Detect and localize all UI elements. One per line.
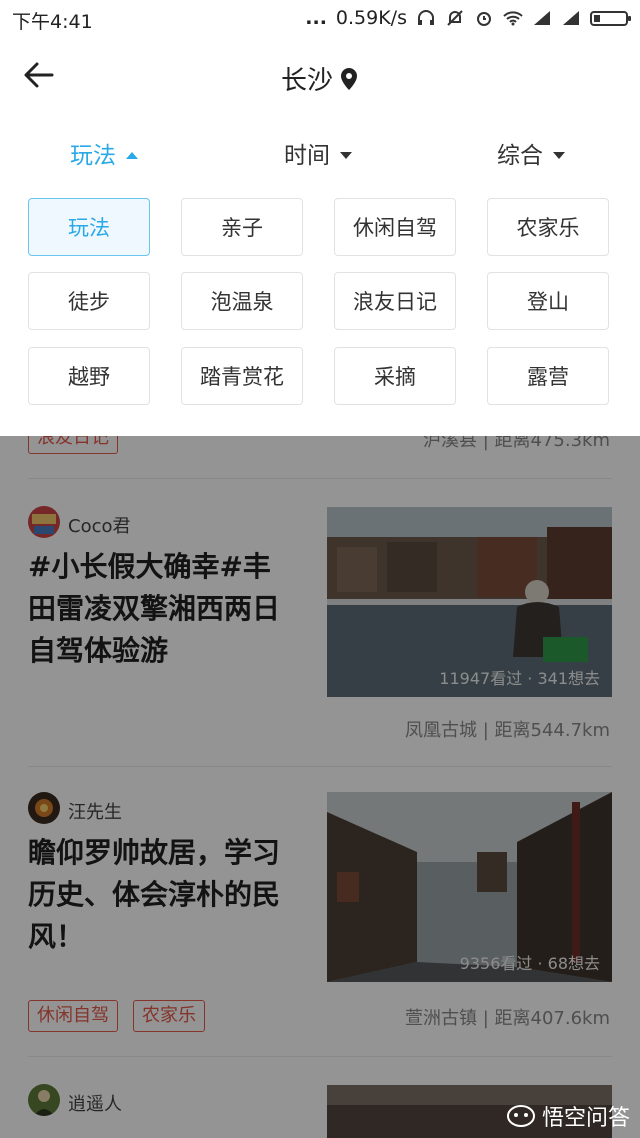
tag-option[interactable]: 露营 (487, 347, 609, 405)
alarm-icon (477, 12, 491, 26)
signal-icon-2 (563, 11, 579, 25)
filter-tab-sort[interactable]: 综合 (497, 136, 565, 170)
view-stats: 11947看过 · 341想去 (439, 669, 600, 688)
caret-up-icon (126, 152, 138, 159)
status-bar: 下午4:41 ... 0.59K/s (0, 0, 640, 38)
filter-tabs: 玩法 时间 综合 (0, 114, 640, 186)
map-pin-icon (341, 68, 357, 90)
battery-icon (590, 10, 631, 26)
tag-option[interactable]: 浪友日记 (334, 272, 456, 330)
distance-text: 泸溪县 | 距离475.3km (423, 436, 610, 451)
avatar[interactable] (28, 506, 60, 538)
author-name[interactable]: 汪先生 (68, 798, 122, 824)
filter-tab-label: 玩法 (70, 143, 116, 169)
tag-option[interactable]: 休闲自驾 (334, 198, 456, 256)
tag-option[interactable]: 亲子 (181, 198, 303, 256)
signal-icon (534, 11, 550, 25)
card-title[interactable] (28, 1126, 296, 1138)
filter-tab-play[interactable]: 玩法 (70, 136, 138, 170)
view-stats: 9356看过 · 68想去 (459, 954, 600, 973)
distance-text: 萱洲古镇 | 距离407.6km (405, 1008, 610, 1029)
nav-bar: 长沙 (0, 38, 640, 114)
page-title[interactable]: 长沙 (0, 60, 640, 97)
topic-chip[interactable]: 休闲自驾 (28, 1000, 118, 1032)
card-thumbnail[interactable]: 11947看过 · 341想去 (327, 507, 612, 697)
filter-tab-label: 时间 (284, 143, 330, 169)
wifi-icon (503, 11, 523, 26)
avatar[interactable] (28, 792, 60, 824)
topic-chip[interactable]: 浪友日记 (28, 436, 118, 454)
watermark: 悟空问答 (506, 1100, 630, 1132)
card-title[interactable]: #小长假大确幸#丰田雷凌双擎湘西两日自驾体验游 (28, 546, 296, 672)
tag-option[interactable]: 徒步 (28, 272, 150, 330)
avatar[interactable] (28, 1084, 60, 1116)
filter-tab-time[interactable]: 时间 (284, 136, 352, 170)
tag-option[interactable]: 农家乐 (487, 198, 609, 256)
tag-option[interactable]: 踏青赏花 (181, 347, 303, 405)
card-thumbnail[interactable]: 9356看过 · 68想去 (327, 792, 612, 982)
watermark-text: 悟空问答 (541, 1106, 630, 1131)
divider (28, 478, 612, 479)
mute-bell-icon (447, 10, 463, 26)
tag-panel: 玩法 亲子 休闲自驾 农家乐 徒步 泡温泉 浪友日记 登山 越野 踏青赏花 采摘… (0, 186, 640, 436)
status-dots: ... (305, 7, 327, 29)
headphones-icon (418, 10, 434, 25)
network-speed: 0.59K/s (335, 7, 407, 29)
status-time: 下午4:41 (12, 11, 93, 33)
wukong-logo-icon (506, 1105, 535, 1127)
filter-tab-label: 综合 (497, 143, 543, 169)
caret-down-icon (340, 152, 352, 159)
distance-text: 凤凰古城 | 距离544.7km (405, 720, 610, 741)
divider (28, 1056, 612, 1057)
topic-chip[interactable]: 农家乐 (133, 1000, 205, 1032)
city-name: 长沙 (280, 66, 333, 96)
card-title[interactable]: 瞻仰罗帅故居，学习历史、体会淳朴的民风！ (28, 832, 296, 958)
caret-down-icon (553, 152, 565, 159)
tag-option[interactable]: 越野 (28, 347, 150, 405)
author-name[interactable]: Coco君 (68, 512, 131, 538)
tag-option[interactable]: 采摘 (334, 347, 456, 405)
tag-option[interactable]: 登山 (487, 272, 609, 330)
tag-option[interactable]: 泡温泉 (181, 272, 303, 330)
tag-option[interactable]: 玩法 (28, 198, 150, 256)
feed-list: 浪友日记 泸溪县 | 距离475.3km Coco君 #小长假大确幸#丰田雷凌双… (0, 436, 640, 1138)
author-name[interactable]: 逍遥人 (68, 1090, 122, 1116)
divider (28, 766, 612, 767)
